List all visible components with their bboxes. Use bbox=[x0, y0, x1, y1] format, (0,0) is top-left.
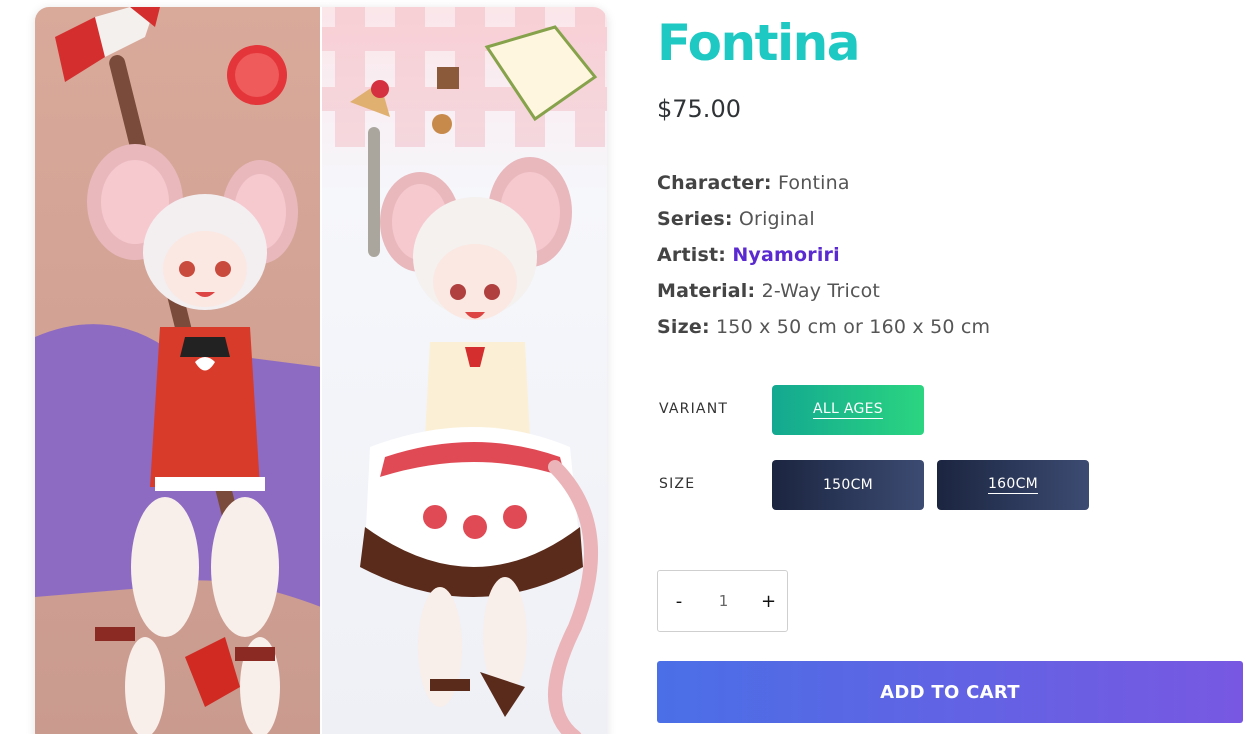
spec-material: Material: 2-Way Tricot bbox=[657, 280, 990, 316]
quantity-decrease-button[interactable]: - bbox=[672, 591, 686, 612]
spec-size: Size: 150 x 50 cm or 160 x 50 cm bbox=[657, 316, 990, 352]
spec-key: Artist: bbox=[657, 244, 727, 266]
size-label: SIZE bbox=[659, 476, 696, 492]
product-title: Fontina bbox=[657, 14, 860, 72]
quantity-input[interactable] bbox=[703, 592, 744, 610]
quantity-increase-button[interactable]: + bbox=[761, 591, 776, 612]
spec-value: Original bbox=[738, 208, 815, 230]
spec-key: Character: bbox=[657, 172, 772, 194]
spec-series: Series: Original bbox=[657, 208, 990, 244]
spec-character: Character: Fontina bbox=[657, 172, 990, 208]
product-image[interactable] bbox=[35, 7, 607, 734]
size-button-label: 160CM bbox=[987, 476, 1039, 494]
add-to-cart-button[interactable]: ADD TO CART bbox=[657, 661, 1243, 723]
size-160cm-button[interactable]: 160CM bbox=[937, 460, 1089, 510]
spec-key: Size: bbox=[657, 316, 710, 338]
variant-all-ages-button[interactable]: ALL AGES bbox=[772, 385, 924, 435]
spec-value: Fontina bbox=[777, 172, 850, 194]
spec-value: 150 x 50 cm or 160 x 50 cm bbox=[716, 316, 991, 338]
product-specs: Character: Fontina Series: Original Arti… bbox=[657, 172, 990, 352]
variant-button-label: ALL AGES bbox=[813, 401, 883, 419]
dakimakura-artwork bbox=[35, 7, 607, 734]
quantity-stepper: - + bbox=[657, 570, 788, 632]
artist-link[interactable]: Nyamoriri bbox=[732, 244, 840, 266]
spec-value: 2-Way Tricot bbox=[761, 280, 881, 302]
product-price: $75.00 bbox=[657, 95, 741, 123]
variant-label: VARIANT bbox=[659, 401, 729, 417]
spec-key: Material: bbox=[657, 280, 756, 302]
size-button-label: 150CM bbox=[822, 477, 874, 493]
spec-artist: Artist: Nyamoriri bbox=[657, 244, 990, 280]
size-150cm-button[interactable]: 150CM bbox=[772, 460, 924, 510]
spec-key: Series: bbox=[657, 208, 733, 230]
